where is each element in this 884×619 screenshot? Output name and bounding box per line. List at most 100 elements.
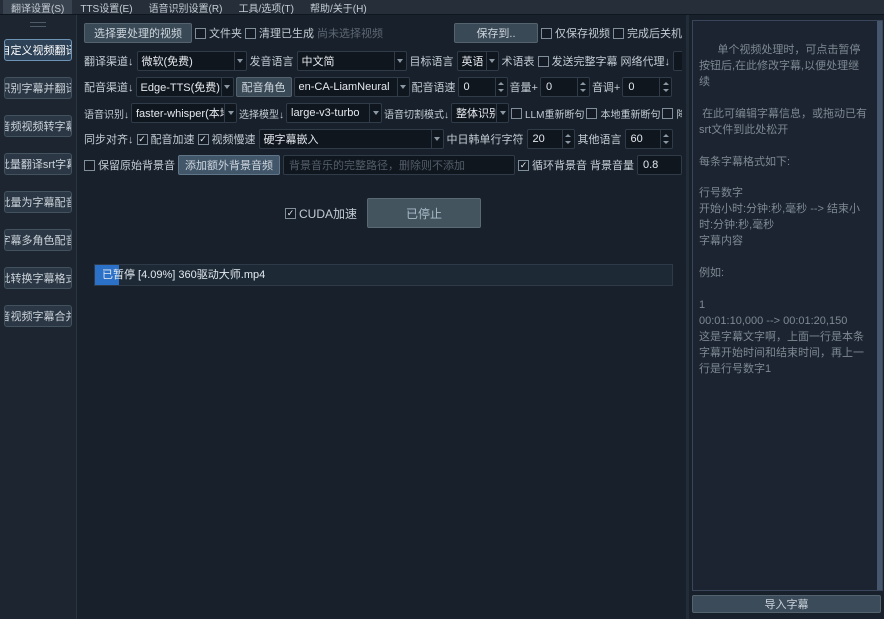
chevron-down-icon xyxy=(394,52,406,70)
dubbing-channel-select[interactable]: Edge-TTS(免费) xyxy=(136,77,234,97)
network-proxy-input[interactable] xyxy=(673,51,682,71)
bg-volume-input[interactable]: 0.8 xyxy=(637,155,682,175)
spin-up-icon[interactable] xyxy=(663,134,669,137)
checkbox-checked-icon xyxy=(137,134,148,145)
other-language-chars-spin[interactable]: 60 xyxy=(625,129,673,149)
menu-tts-settings[interactable]: TTS设置(E) xyxy=(72,0,140,14)
sidebar-item-batch-dub-subtitle[interactable]: 批量为字幕配音 xyxy=(4,191,72,213)
spin-down-icon[interactable] xyxy=(663,89,669,92)
spin-up-icon[interactable] xyxy=(580,82,586,85)
scrollbar[interactable] xyxy=(877,21,882,590)
bg-volume-label: 背景音量 xyxy=(590,157,634,173)
progress-text: 已暂停 [4.09%] 360驱动大师.mp4 xyxy=(95,265,672,285)
keep-original-bg-checkbox[interactable]: 保留原始背景音 xyxy=(84,157,175,173)
chevron-down-icon xyxy=(221,78,233,96)
main-panel: 选择要处理的视频 文件夹 清理已生成 尚未选择视频 保存到.. 仅保存视频 完成… xyxy=(78,15,686,619)
run-row: CUDA加速 已停止 xyxy=(84,198,682,228)
clean-generated-checkbox[interactable]: 清理已生成 xyxy=(245,25,314,41)
menu-help-about[interactable]: 帮助/关于(H) xyxy=(302,0,375,14)
network-proxy-label[interactable]: 网络代理↓ xyxy=(621,53,671,69)
sidebar-item-batch-translate-srt[interactable]: 批量翻译srt字幕 xyxy=(4,153,72,175)
llm-resegment-checkbox[interactable]: LLM重新断句 xyxy=(511,106,584,121)
cuda-checkbox[interactable]: CUDA加速 xyxy=(285,205,357,222)
split-mode-label[interactable]: 语音切割模式↓ xyxy=(384,106,449,121)
spin-down-icon[interactable] xyxy=(580,89,586,92)
chevron-down-icon xyxy=(369,104,381,122)
dub-speedup-checkbox[interactable]: 配音加速 xyxy=(137,131,195,147)
sidebar-item-recognize-translate[interactable]: 识别字幕并翻译 xyxy=(4,77,72,99)
loop-bg-audio-checkbox[interactable]: 循环背景音 xyxy=(518,157,587,173)
checkbox-checked-icon xyxy=(198,134,209,145)
subtitle-editor-textarea[interactable]: 单个视频处理时，可点击暂停按钮后,在此修改字幕,以便处理继续 在此可编辑字幕信息… xyxy=(692,20,883,591)
translate-channel-label[interactable]: 翻译渠道↓ xyxy=(84,53,134,69)
pitch-label: 音调+ xyxy=(592,79,620,95)
app-window: 翻译设置(S) TTS设置(E) 语音识别设置(R) 工具/选项(T) 帮助/关… xyxy=(0,0,884,619)
local-resegment-checkbox[interactable]: 本地重新断句 xyxy=(586,106,660,121)
dubbing-role-button[interactable]: 配音角色 xyxy=(236,77,292,97)
spin-up-icon[interactable] xyxy=(498,82,504,85)
add-extra-bg-audio-button[interactable]: 添加额外背景音频 xyxy=(178,155,280,175)
volume-spin[interactable]: 0 xyxy=(540,77,590,97)
source-language-label: 发音语言 xyxy=(250,53,294,69)
toolbar-drag-handle-icon[interactable] xyxy=(30,22,46,27)
sidebar-item-av-subtitle-merge[interactable]: 音视频字幕合并 xyxy=(4,305,72,327)
import-subtitle-button[interactable]: 导入字幕 xyxy=(692,595,881,613)
send-full-subtitle-checkbox[interactable]: 发送完整字幕 xyxy=(538,53,618,69)
spin-down-icon[interactable] xyxy=(663,141,669,144)
split-mode-select[interactable]: 整体识别 xyxy=(451,103,509,123)
target-language-label: 目标语言 xyxy=(410,53,454,69)
recognition-engine-select[interactable]: faster-whisper(本地) xyxy=(131,103,237,123)
video-slowdown-checkbox[interactable]: 视频慢速 xyxy=(198,131,256,147)
sidebar-item-convert-subtitle-format[interactable]: 批转换字幕格式 xyxy=(4,267,72,289)
denoise-checkbox[interactable]: 降噪 xyxy=(662,106,682,121)
select-video-button[interactable]: 选择要处理的视频 xyxy=(84,23,192,43)
spin-up-icon[interactable] xyxy=(663,82,669,85)
spin-up-icon[interactable] xyxy=(565,134,571,137)
speech-recognition-label[interactable]: 语音识别↓ xyxy=(84,106,129,121)
checkbox-icon xyxy=(511,108,522,119)
bg-music-path-input[interactable]: 背景音乐的完整路径，删除则不添加 xyxy=(283,155,515,175)
cjk-line-chars-label: 中日韩单行字符 xyxy=(447,131,524,147)
volume-label: 音量+ xyxy=(510,79,538,95)
model-label[interactable]: 选择模型↓ xyxy=(239,106,284,121)
checkbox-icon xyxy=(245,28,256,39)
save-to-button[interactable]: 保存到.. xyxy=(454,23,538,43)
subtitle-panel: 单个视频处理时，可点击暂停按钮后,在此修改字幕,以便处理继续 在此可编辑字幕信息… xyxy=(689,15,884,619)
dubbing-rate-spin[interactable]: 0 xyxy=(458,77,508,97)
sidebar-item-custom-video-translate[interactable]: 自定义视频翻译 xyxy=(4,39,72,61)
checkbox-icon xyxy=(195,28,206,39)
no-video-hint: 尚未选择视频 xyxy=(317,25,383,41)
folder-checkbox[interactable]: 文件夹 xyxy=(195,25,242,41)
model-select[interactable]: large-v3-turbo xyxy=(286,103,382,123)
glossary-link[interactable]: 术语表 xyxy=(502,53,535,69)
cjk-line-chars-spin[interactable]: 20 xyxy=(527,129,575,149)
dubbing-role-select[interactable]: en-CA-LiamNeural xyxy=(294,77,410,97)
stop-button[interactable]: 已停止 xyxy=(367,198,481,228)
checkbox-checked-icon xyxy=(285,208,296,219)
menu-speech-recognition-settings[interactable]: 语音识别设置(R) xyxy=(141,0,231,14)
progress-bar[interactable]: 已暂停 [4.09%] 360驱动大师.mp4 xyxy=(94,264,673,286)
sidebar-item-av-to-subtitle[interactable]: 音频视频转字幕 xyxy=(4,115,72,137)
pitch-spin[interactable]: 0 xyxy=(622,77,672,97)
checkbox-icon xyxy=(662,108,673,119)
spin-down-icon[interactable] xyxy=(565,141,571,144)
left-toolbar: 自定义视频翻译 识别字幕并翻译 音频视频转字幕 批量翻译srt字幕 批量为字幕配… xyxy=(0,15,77,619)
source-language-select[interactable]: 中文简 xyxy=(297,51,407,71)
align-row: 同步对齐↓ 配音加速 视频慢速 硬字幕嵌入 中日韩单行字符 20 其他语言 60 xyxy=(84,129,682,149)
target-language-select[interactable]: 英语 xyxy=(457,51,499,71)
checkbox-icon xyxy=(613,28,624,39)
menu-tools-options[interactable]: 工具/选项(T) xyxy=(230,0,302,14)
chevron-down-icon xyxy=(397,78,409,96)
translate-channel-select[interactable]: 微软(免费) xyxy=(137,51,247,71)
sidebar-item-multirole-dub[interactable]: 字幕多角色配音 xyxy=(4,229,72,251)
subtitle-embed-mode-select[interactable]: 硬字幕嵌入 xyxy=(259,129,444,149)
shutdown-after-checkbox[interactable]: 完成后关机 xyxy=(613,25,682,41)
spin-down-icon[interactable] xyxy=(498,89,504,92)
checkbox-icon xyxy=(541,28,552,39)
video-select-row: 选择要处理的视频 文件夹 清理已生成 尚未选择视频 保存到.. 仅保存视频 完成… xyxy=(84,23,682,43)
dubbing-row: 配音渠道↓ Edge-TTS(免费) 配音角色 en-CA-LiamNeural… xyxy=(84,77,682,97)
save-video-only-checkbox[interactable]: 仅保存视频 xyxy=(541,25,610,41)
sync-align-label[interactable]: 同步对齐↓ xyxy=(84,131,134,147)
menu-translate-settings[interactable]: 翻译设置(S) xyxy=(3,0,72,14)
dubbing-channel-label[interactable]: 配音渠道↓ xyxy=(84,79,134,95)
